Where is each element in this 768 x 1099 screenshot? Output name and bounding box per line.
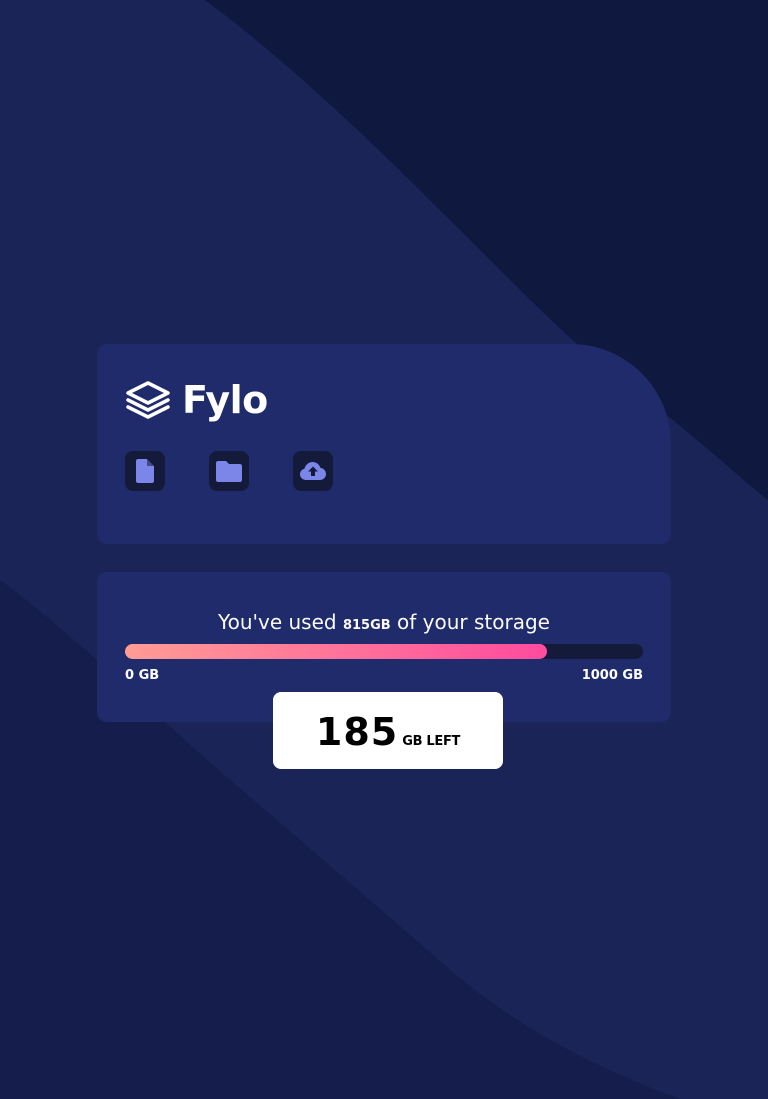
scale-max-label: 1000 GB <box>581 668 643 683</box>
folder-icon <box>216 460 242 482</box>
storage-left-unit: GB LEFT <box>402 734 461 749</box>
logo-text: Fylo <box>182 378 268 422</box>
cloud-upload-icon <box>300 462 326 480</box>
usage-prefix: You've used <box>218 610 343 634</box>
used-amount: 815GB <box>342 618 391 633</box>
scale-min-label: 0 GB <box>125 668 160 683</box>
upload-button[interactable] <box>293 451 333 491</box>
document-icon <box>136 459 154 483</box>
folder-button[interactable] <box>209 451 249 491</box>
usage-summary: You've used 815GB of your storage <box>97 610 671 634</box>
logo: Fylo <box>125 380 268 420</box>
storage-progress-fill <box>125 644 548 659</box>
storage-left-callout: 185 GB LEFT <box>273 692 503 769</box>
background-waves <box>0 0 768 1099</box>
storage-progress-bar <box>125 644 643 659</box>
stacked-layers-icon <box>126 381 170 419</box>
toolbar <box>125 451 377 491</box>
usage-suffix: of your storage <box>390 610 550 634</box>
brand-card: Fylo <box>97 344 671 544</box>
storage-left-number: 185 <box>315 710 399 754</box>
document-button[interactable] <box>125 451 165 491</box>
